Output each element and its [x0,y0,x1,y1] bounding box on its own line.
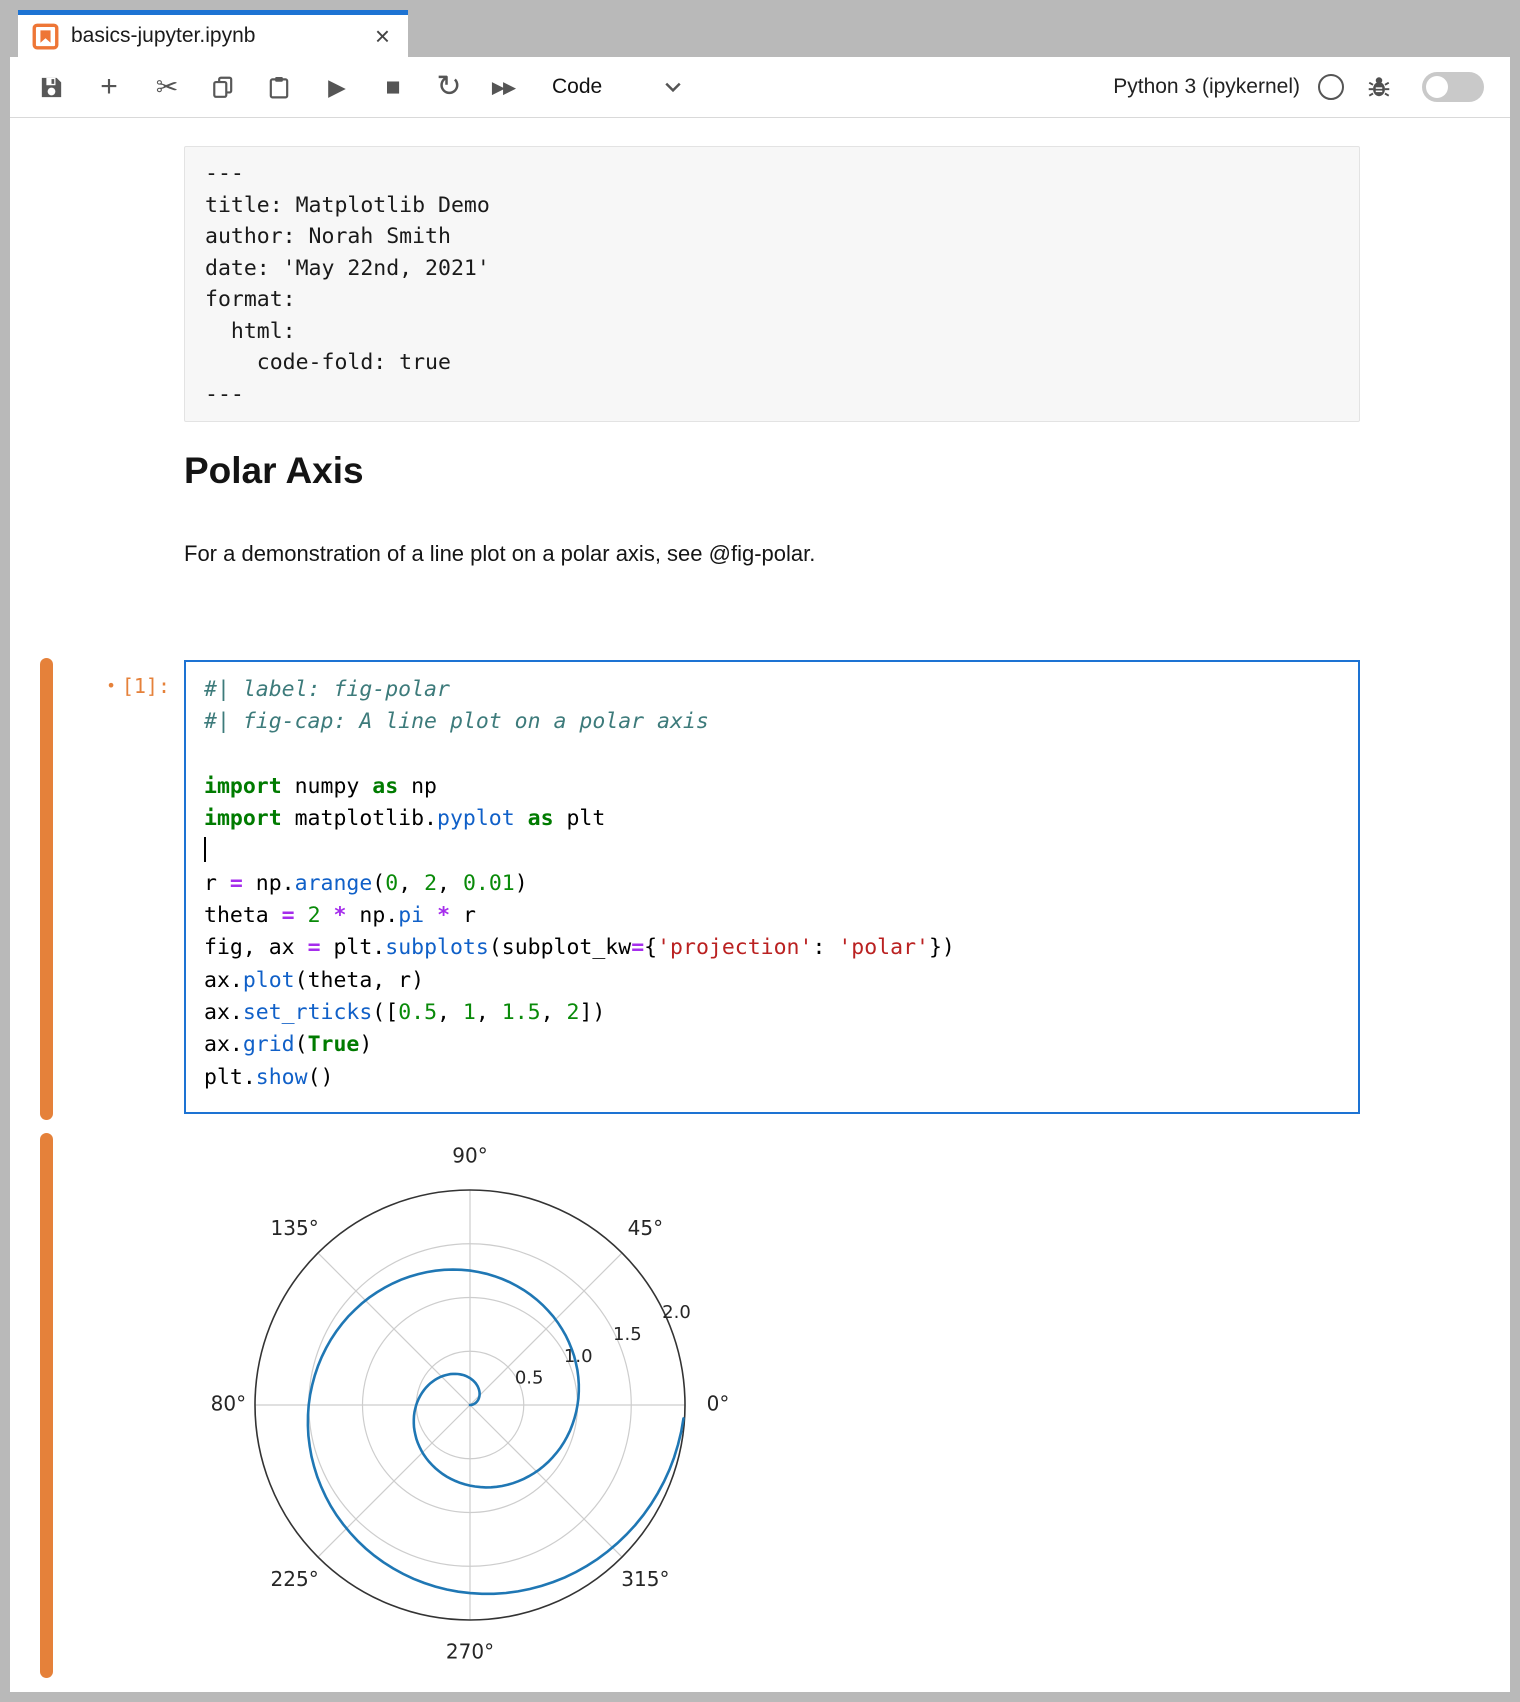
code-cell-editor[interactable]: #| label: fig-polar#| fig-cap: A line pl… [184,660,1360,1114]
svg-text:1.0: 1.0 [564,1346,593,1367]
plus-icon: + [100,72,118,102]
kernel-name[interactable]: Python 3 (ipykernel) [1113,75,1300,99]
svg-text:1.5: 1.5 [613,1324,642,1345]
play-icon: ▶ [328,76,346,99]
cell-output: 0° 45° 90° 135° 180° 225° 270° 315° 0.5 1.0 1.5 2.0 [210,1135,760,1695]
markdown-paragraph: For a demonstration of a line plot on a … [184,541,815,567]
add-cell-button[interactable]: + [94,72,124,102]
copy-icon [211,75,235,99]
svg-text:45°: 45° [628,1216,663,1240]
tab-title: basics-jupyter.ipynb [71,24,375,48]
notebook-window: basics-jupyter.ipynb × + ✂ [10,10,1510,1692]
paste-cell-button[interactable] [264,72,294,102]
raw-cell-frontmatter[interactable]: --- title: Matplotlib Demo author: Norah… [184,146,1360,422]
execution-prompt: • [1]: [62,674,170,698]
svg-text:0.5: 0.5 [515,1368,544,1389]
tab-bar: basics-jupyter.ipynb × [10,10,1510,57]
restart-kernel-button[interactable]: ↻ [434,72,464,102]
save-button[interactable] [36,72,66,102]
simple-mode-toggle[interactable] [1422,72,1484,102]
run-cell-button[interactable]: ▶ [322,72,352,102]
kernel-status-icon[interactable] [1318,74,1344,100]
save-icon [39,75,64,100]
code-lines: #| label: fig-polar#| fig-cap: A line pl… [204,674,1340,1094]
notebook-file-icon [32,23,59,50]
cell-type-value: Code [552,75,602,99]
cell-collapser-output[interactable] [40,1133,53,1678]
cell-type-select[interactable]: Code [552,75,682,99]
clipboard-icon [267,75,291,99]
polar-plot: 0° 45° 90° 135° 180° 225° 270° 315° 0.5 1.0 1.5 2.0 [210,1135,760,1690]
interrupt-kernel-button[interactable]: ■ [378,72,408,102]
raw-cell-text: --- title: Matplotlib Demo author: Norah… [205,158,1339,410]
tab-close-icon[interactable]: × [375,23,390,49]
svg-text:225°: 225° [271,1567,319,1591]
modified-dot-icon: • [106,676,116,695]
cell-collapser-input[interactable] [40,658,53,1120]
stop-icon: ■ [385,75,400,100]
svg-text:2.0: 2.0 [662,1302,691,1323]
svg-text:315°: 315° [621,1567,669,1591]
scissors-icon: ✂ [156,74,179,101]
cut-cell-button[interactable]: ✂ [152,72,182,102]
copy-cell-button[interactable] [208,72,238,102]
svg-text:135°: 135° [271,1216,319,1240]
bug-icon[interactable] [1366,74,1392,100]
svg-text:0°: 0° [707,1392,730,1416]
run-all-cells-button[interactable]: ▶▶ [488,72,518,102]
toggle-knob [1426,76,1448,98]
notebook-toolbar: + ✂ ▶ ■ ↻ ▶▶ Code [10,57,1510,118]
svg-text:180°: 180° [210,1392,246,1416]
execution-count: [1]: [122,674,170,698]
notebook-content: --- title: Matplotlib Demo author: Norah… [10,118,1510,1692]
restart-icon: ↻ [436,72,461,102]
tab-basics-jupyter[interactable]: basics-jupyter.ipynb × [18,10,408,57]
svg-text:270°: 270° [446,1640,494,1664]
markdown-heading: Polar Axis [184,450,364,492]
chevron-down-icon [664,81,682,93]
fast-forward-icon: ▶▶ [492,79,514,96]
svg-text:90°: 90° [452,1144,487,1168]
